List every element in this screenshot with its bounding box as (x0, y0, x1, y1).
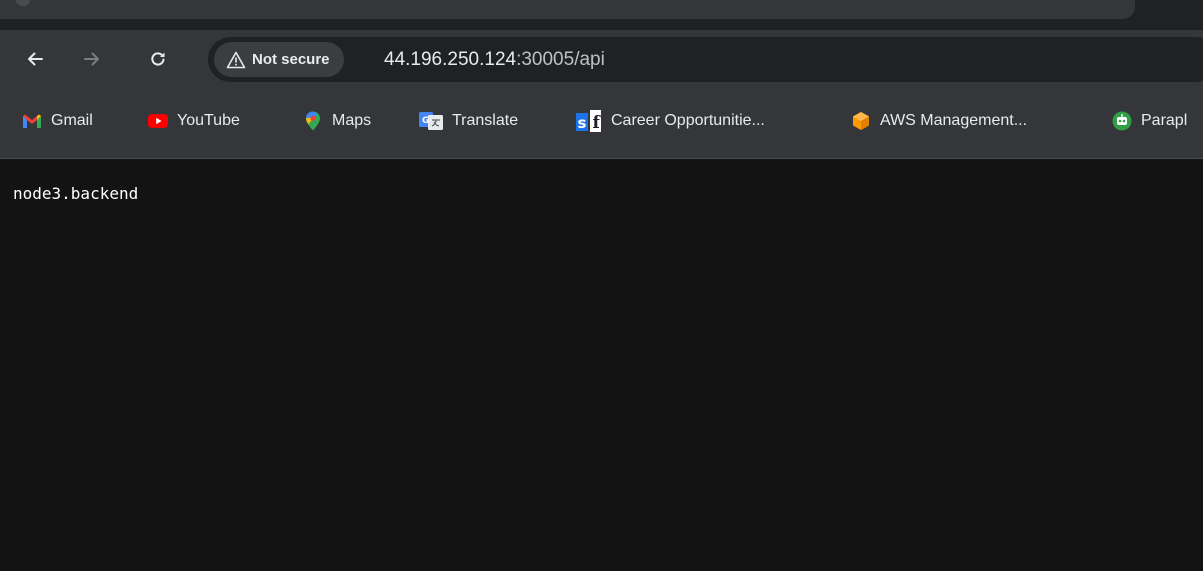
bookmark-label: Career Opportunitie... (611, 112, 765, 129)
bookmark-label: Maps (332, 112, 372, 129)
tab-favicon-stub (16, 0, 30, 6)
translate-icon: G (419, 111, 443, 131)
url-port-path: :30005/api (516, 49, 605, 70)
youtube-icon (148, 111, 168, 131)
bookmarks-bar: Gmail YouTube Maps G Translate s f Caree… (0, 92, 1203, 159)
url-host: 44.196.250.124 (384, 49, 517, 70)
bookmark-translate[interactable]: G Translate (419, 106, 518, 136)
response-text: node3.backend (13, 184, 139, 203)
bookmark-label: AWS Management... (880, 112, 1028, 129)
reload-button[interactable] (140, 41, 176, 77)
gmail-icon (22, 111, 42, 131)
maps-icon (303, 111, 323, 131)
bookmark-label: Gmail (51, 112, 93, 129)
arrow-left-icon (28, 52, 43, 66)
arrow-right-icon (84, 52, 99, 66)
security-indicator[interactable]: Not secure (214, 42, 344, 77)
browser-window: Not secure 44.196.250.124:30005/api Gmai… (0, 0, 1203, 571)
forward-button[interactable] (74, 41, 110, 77)
security-label: Not secure (252, 51, 330, 68)
tab-strip (0, 0, 1203, 30)
page-content: node3.backend (0, 159, 1203, 571)
paraphraser-icon (1112, 111, 1132, 131)
aws-icon (851, 111, 871, 131)
address-bar[interactable]: Not secure 44.196.250.124:30005/api (208, 37, 1203, 82)
bookmark-label: Translate (452, 112, 519, 129)
svg-text:s: s (578, 114, 587, 132)
url-text[interactable]: 44.196.250.124:30005/api (384, 37, 605, 82)
reload-icon (151, 52, 165, 66)
sf-icon: s f (576, 110, 602, 132)
active-tab[interactable] (0, 0, 1135, 19)
bookmark-youtube[interactable]: YouTube (148, 106, 240, 136)
svg-text:G: G (422, 116, 429, 126)
bookmark-maps[interactable]: Maps (303, 106, 371, 136)
bookmark-career-opportunities[interactable]: s f Career Opportunitie... (576, 106, 765, 136)
bookmark-aws-management[interactable]: AWS Management... (851, 106, 1027, 136)
toolbar: Not secure 44.196.250.124:30005/api (0, 30, 1203, 92)
back-button[interactable] (17, 41, 53, 77)
bookmark-gmail[interactable]: Gmail (22, 106, 93, 136)
bookmark-paraphraser[interactable]: Parapl (1112, 106, 1187, 136)
warning-triangle-icon (226, 51, 246, 69)
bookmark-label: Parapl (1141, 112, 1188, 129)
bookmark-label: YouTube (177, 112, 240, 129)
